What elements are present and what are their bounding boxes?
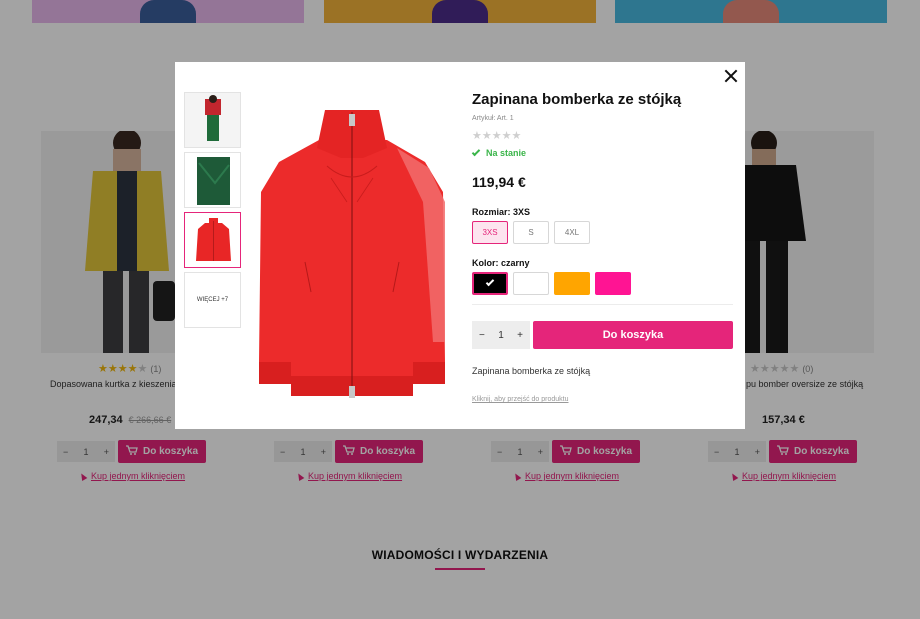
product-main-image[interactable] [247, 92, 457, 410]
go-to-product-link[interactable]: Kliknij, aby przejść do produktu [472, 396, 569, 403]
size-option-s[interactable]: S [513, 221, 549, 244]
color-swatch-white[interactable] [513, 272, 549, 295]
close-icon[interactable] [723, 68, 739, 84]
thumbnail-2[interactable] [184, 152, 241, 208]
stock-status: Na stanie [471, 147, 526, 158]
size-option-3xs[interactable]: 3XS [472, 221, 508, 244]
check-icon [485, 277, 495, 287]
color-label: Kolor: czarny [472, 258, 530, 268]
size-option-4xl[interactable]: 4XL [554, 221, 590, 244]
thumbnail-3[interactable] [184, 212, 241, 268]
thumbnail-1[interactable] [184, 92, 241, 148]
qty-minus[interactable]: − [479, 330, 485, 341]
color-swatch-orange[interactable] [554, 272, 590, 295]
product-price: 119,94 € [472, 174, 526, 190]
qty-plus[interactable]: + [517, 330, 523, 341]
product-description: Zapinana bomberka ze stójką [472, 366, 591, 376]
color-options [472, 272, 631, 295]
size-label: Rozmiar: 3XS [472, 207, 531, 217]
product-sku: Artykuł: Art. 1 [472, 115, 514, 122]
add-to-cart-button[interactable]: Do koszyka [533, 321, 733, 349]
divider [472, 304, 733, 305]
quantity-stepper[interactable]: − 1 + [472, 321, 530, 349]
color-swatch-pink[interactable] [595, 272, 631, 295]
color-swatch-black[interactable] [472, 272, 508, 295]
size-options: 3XS S 4XL [472, 221, 590, 244]
rating-stars[interactable]: ★★★★★ [472, 129, 521, 142]
more-images-button[interactable]: WIĘCEJ +7 [184, 272, 241, 328]
check-icon [471, 147, 481, 157]
product-title: Zapinana bomberka ze stójką [472, 91, 682, 108]
quick-view-modal: WIĘCEJ +7 Zapinana bomberka ze stójką Ar… [175, 62, 745, 429]
qty-value[interactable]: 1 [498, 330, 504, 341]
